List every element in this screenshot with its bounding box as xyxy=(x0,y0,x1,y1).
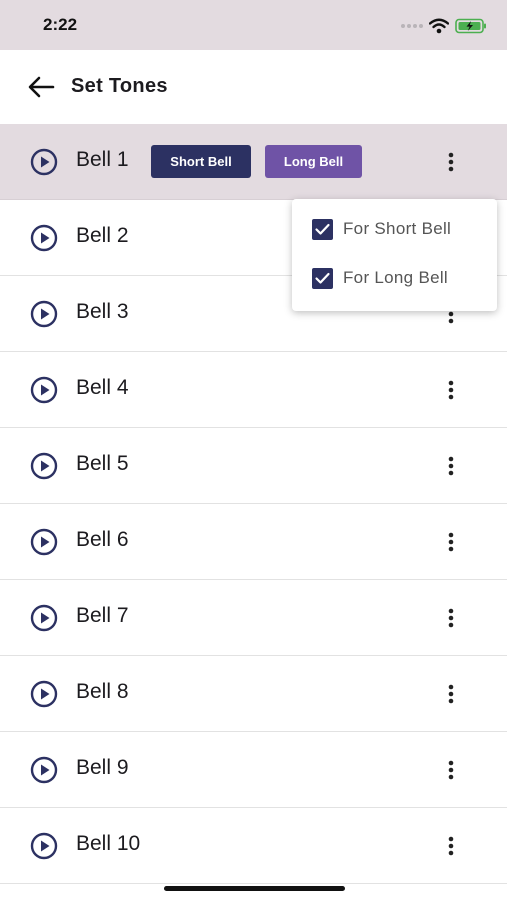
more-vert-icon[interactable] xyxy=(440,147,462,177)
list-item[interactable]: Bell 1 Short Bell Long Bell xyxy=(0,124,507,200)
bell-label: Bell 1 xyxy=(76,148,129,171)
play-circle-icon[interactable] xyxy=(29,147,59,177)
play-circle-icon[interactable] xyxy=(29,223,59,253)
option-label: For Long Bell xyxy=(343,268,449,287)
bell-label: Bell 3 xyxy=(76,300,129,323)
bell-label: Bell 8 xyxy=(76,680,129,703)
short-bell-chip: Short Bell xyxy=(151,145,251,178)
more-vert-icon[interactable] xyxy=(440,527,462,557)
play-circle-icon[interactable] xyxy=(29,451,59,481)
bell-label: Bell 10 xyxy=(76,832,141,855)
more-vert-icon[interactable] xyxy=(440,451,462,481)
bell-options-menu: For Short Bell For Long Bell xyxy=(292,199,497,311)
list-item[interactable]: Bell 8 xyxy=(0,656,507,732)
battery-icon xyxy=(455,18,486,34)
status-time: 2:22 xyxy=(43,15,78,34)
bell-label: Bell 7 xyxy=(76,604,129,627)
bell-label: Bell 5 xyxy=(76,452,129,475)
bell-label: Bell 9 xyxy=(76,756,129,779)
back-button[interactable] xyxy=(26,74,56,100)
home-indicator[interactable] xyxy=(164,886,345,891)
more-vert-icon[interactable] xyxy=(440,679,462,709)
list-item[interactable]: Bell 4 xyxy=(0,352,507,428)
wifi-icon xyxy=(429,18,449,34)
play-circle-icon[interactable] xyxy=(29,831,59,861)
status-icons xyxy=(401,16,487,36)
more-vert-icon[interactable] xyxy=(440,603,462,633)
long-bell-chip: Long Bell xyxy=(265,145,362,178)
app-bar: Set Tones xyxy=(0,50,507,124)
play-circle-icon[interactable] xyxy=(29,527,59,557)
bell-label: Bell 4 xyxy=(76,376,129,399)
play-circle-icon[interactable] xyxy=(29,299,59,329)
signal-icon xyxy=(401,24,423,28)
list-item[interactable]: Bell 9 xyxy=(0,732,507,808)
more-vert-icon[interactable] xyxy=(440,831,462,861)
more-vert-icon[interactable] xyxy=(440,375,462,405)
play-circle-icon[interactable] xyxy=(29,603,59,633)
play-circle-icon[interactable] xyxy=(29,375,59,405)
bell-label: Bell 6 xyxy=(76,528,129,551)
for-short-bell-option[interactable]: For Short Bell xyxy=(312,216,451,242)
status-bar: 2:22 xyxy=(0,0,507,50)
back-arrow-icon xyxy=(28,76,55,98)
bell-label: Bell 2 xyxy=(76,224,129,247)
play-circle-icon[interactable] xyxy=(29,755,59,785)
page-title: Set Tones xyxy=(71,75,168,97)
list-item[interactable]: Bell 7 xyxy=(0,580,507,656)
option-label: For Short Bell xyxy=(343,219,452,238)
list-item[interactable]: Bell 10 xyxy=(0,808,507,884)
play-circle-icon[interactable] xyxy=(29,679,59,709)
list-item[interactable]: Bell 6 xyxy=(0,504,507,580)
checkbox-icon[interactable] xyxy=(312,218,333,240)
checkbox-icon[interactable] xyxy=(312,267,333,289)
list-item[interactable]: Bell 5 xyxy=(0,428,507,504)
more-vert-icon[interactable] xyxy=(440,755,462,785)
for-long-bell-option[interactable]: For Long Bell xyxy=(312,265,448,291)
